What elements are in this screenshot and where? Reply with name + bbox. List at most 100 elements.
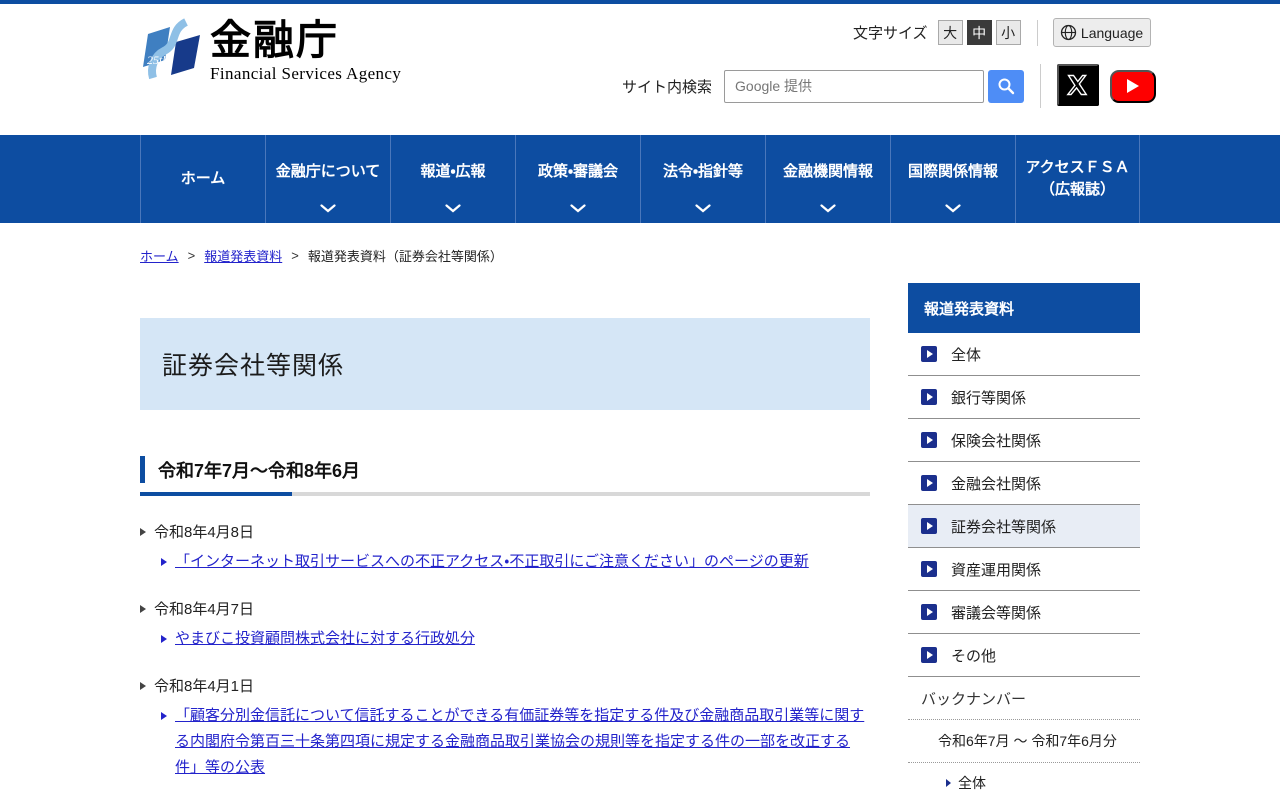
arrow-right-square-icon [921, 518, 937, 534]
news-date: 令和8年4月7日 [154, 601, 255, 618]
main-nav: ホーム 金融庁について 報道・広報 政策・審議会 法令・指針等 金融機関情報 国… [140, 135, 1140, 223]
font-size-large-button[interactable]: 大 [937, 20, 963, 45]
font-size-small-button[interactable]: 小 [995, 20, 1021, 45]
sidebar-item-label: その他 [951, 647, 997, 665]
backnumber-period-link[interactable]: 令和6年7月 ～ 令和7年6月分 [908, 720, 1140, 763]
section-title: 令和7年7月～令和8年6月 [158, 460, 361, 481]
chevron-down-icon [320, 204, 336, 213]
arrow-right-square-icon [921, 647, 937, 663]
nav-item-label: 金融機関情報 [782, 162, 873, 180]
top-accent-bar [0, 0, 1280, 4]
language-button[interactable]: Language [1052, 18, 1151, 47]
arrow-right-square-icon [921, 475, 937, 491]
breadcrumb-separator: > [291, 248, 299, 263]
sidebar-item-label: 証券会社等関係 [951, 518, 1057, 536]
nav-item[interactable]: アクセスＦＳＡ （広報誌） [1015, 135, 1140, 223]
nav-item-label: 金融庁について [275, 162, 381, 180]
nav-item-label: 報道・広報 [420, 162, 486, 180]
news-links: やまびこ投資顧問株式会社に対する行政処分 [140, 626, 870, 652]
nav-item-label: アクセスＦＳＡ （広報誌） [1025, 158, 1130, 199]
logo-title: 金融庁 [210, 17, 339, 63]
search-input[interactable] [724, 69, 985, 103]
arrow-right-icon [161, 712, 167, 720]
arrow-right-icon [140, 604, 146, 613]
chevron-down-icon [445, 204, 461, 213]
language-label: Language [1080, 24, 1144, 41]
x-icon [1066, 74, 1088, 96]
nav-item-label: 法令・指針等 [662, 162, 744, 180]
page-title-box: 証券会社等関係 [140, 318, 870, 410]
backnumber-sub-label: 全体 [958, 775, 986, 791]
header-divider [1040, 64, 1042, 108]
x-social-button[interactable] [1057, 64, 1100, 106]
site-search-label: サイト内検索 [622, 78, 713, 96]
font-size-label: 文字サイズ [853, 25, 928, 42]
sidebar-menu-item[interactable]: 審議会等関係 [908, 591, 1140, 634]
breadcrumb-separator: > [187, 248, 196, 263]
news-group: 令和8年4月1日 「顧客分別金信託について信託することができる有価証券等を指定す… [140, 675, 870, 781]
nav-item[interactable]: 金融機関情報 [765, 135, 890, 223]
svg-text:25th: 25th [147, 53, 168, 67]
header-controls: 文字サイズ 大 中 小 Language [853, 18, 1151, 47]
font-size-medium-button[interactable]: 中 [966, 20, 992, 45]
breadcrumb-link[interactable]: ホーム [140, 246, 179, 265]
news-link-row: 「インターネット取引サービスへの不正アクセス・不正取引にご注意ください」のページ… [161, 549, 870, 575]
arrow-right-square-icon [921, 604, 937, 620]
main-content: 証券会社等関係 令和7年7月～令和8年6月 令和8年4月8日 「インターネット取… [140, 318, 870, 800]
sidebar-item-label: 銀行等関係 [951, 389, 1027, 407]
arrow-right-icon [140, 681, 146, 690]
search-button[interactable] [988, 69, 1025, 103]
sidebar-item-label: 資産運用関係 [951, 561, 1042, 579]
search-icon [998, 78, 1015, 95]
sidebar-menu: 全体 銀行等関係 保険会社関係 金融会社関係 証券会社等関係 資産運用関係 審議… [908, 333, 1140, 677]
chevron-down-icon [570, 204, 586, 213]
nav-item[interactable]: 国際関係情報 [890, 135, 1015, 223]
news-date: 令和8年4月1日 [154, 678, 255, 695]
fsa-homepage: 25th 金融庁 Financial Services Agency 文字サイズ… [0, 0, 1280, 800]
news-link[interactable]: 「顧客分別金信託について信託することができる有価証券等を指定する件及び金融商品取… [175, 703, 870, 781]
navbar: ホーム 金融庁について 報道・広報 政策・審議会 法令・指針等 金融機関情報 国… [0, 135, 1280, 223]
arrow-right-icon [946, 779, 951, 787]
nav-item[interactable]: 法令・指針等 [640, 135, 765, 223]
sidebar-title: 報道発表資料 [908, 283, 1140, 333]
chevron-down-icon [695, 204, 711, 213]
news-link-row: 「顧客分別金信託について信託することができる有価証券等を指定する件及び金融商品取… [161, 703, 870, 781]
search-area: サイト内検索 [622, 64, 1157, 108]
sidebar-menu-item[interactable]: その他 [908, 634, 1140, 677]
header-divider [1036, 19, 1038, 46]
arrow-right-icon [161, 558, 167, 566]
news-group: 令和8年4月8日 「インターネット取引サービスへの不正アクセス・不正取引にご注意… [140, 521, 870, 575]
fsa-logo[interactable]: 25th 金融庁 Financial Services Agency [140, 17, 402, 87]
page-title: 証券会社等関係 [162, 352, 345, 380]
sidebar-menu-item[interactable]: 資産運用関係 [908, 548, 1140, 591]
youtube-play-icon [1127, 79, 1140, 93]
nav-item[interactable]: 政策・審議会 [515, 135, 640, 223]
chevron-down-icon [820, 204, 836, 213]
sidebar-menu-item[interactable]: 全体 [908, 333, 1140, 376]
section-accent-bar [140, 456, 145, 483]
breadcrumb-current: 報道発表資料（証券会社等関係） [307, 249, 503, 264]
backnumber-sub-link[interactable]: 全体 [908, 763, 1140, 800]
nav-item-label: ホーム [180, 169, 226, 187]
sidebar-menu-item[interactable]: 金融会社関係 [908, 462, 1140, 505]
sidebar-menu-item[interactable]: 銀行等関係 [908, 376, 1140, 419]
news-link[interactable]: やまびこ投資顧問株式会社に対する行政処分 [175, 626, 475, 652]
sidebar-item-label: 金融会社関係 [951, 475, 1042, 493]
sidebar-menu-item[interactable]: 証券会社等関係 [908, 505, 1140, 548]
sidebar-menu-item[interactable]: 保険会社関係 [908, 419, 1140, 462]
news-link[interactable]: 「インターネット取引サービスへの不正アクセス・不正取引にご注意ください」のページ… [175, 549, 809, 575]
logo-subtitle: Financial Services Agency [210, 64, 402, 84]
nav-item[interactable]: 報道・広報 [390, 135, 515, 223]
arrow-right-square-icon [921, 389, 937, 405]
news-date: 令和8年4月8日 [154, 524, 255, 541]
youtube-button[interactable] [1110, 69, 1157, 103]
arrow-right-square-icon [921, 346, 937, 362]
nav-item[interactable]: ホーム [140, 135, 265, 223]
sidebar-item-label: 保険会社関係 [951, 432, 1042, 450]
arrow-right-icon [161, 635, 167, 643]
globe-icon [1060, 24, 1077, 41]
breadcrumb-link[interactable]: 報道発表資料 [204, 246, 282, 265]
news-links: 「顧客分別金信託について信託することができる有価証券等を指定する件及び金融商品取… [140, 703, 870, 781]
news-links: 「インターネット取引サービスへの不正アクセス・不正取引にご注意ください」のページ… [140, 549, 870, 575]
nav-item[interactable]: 金融庁について [265, 135, 390, 223]
